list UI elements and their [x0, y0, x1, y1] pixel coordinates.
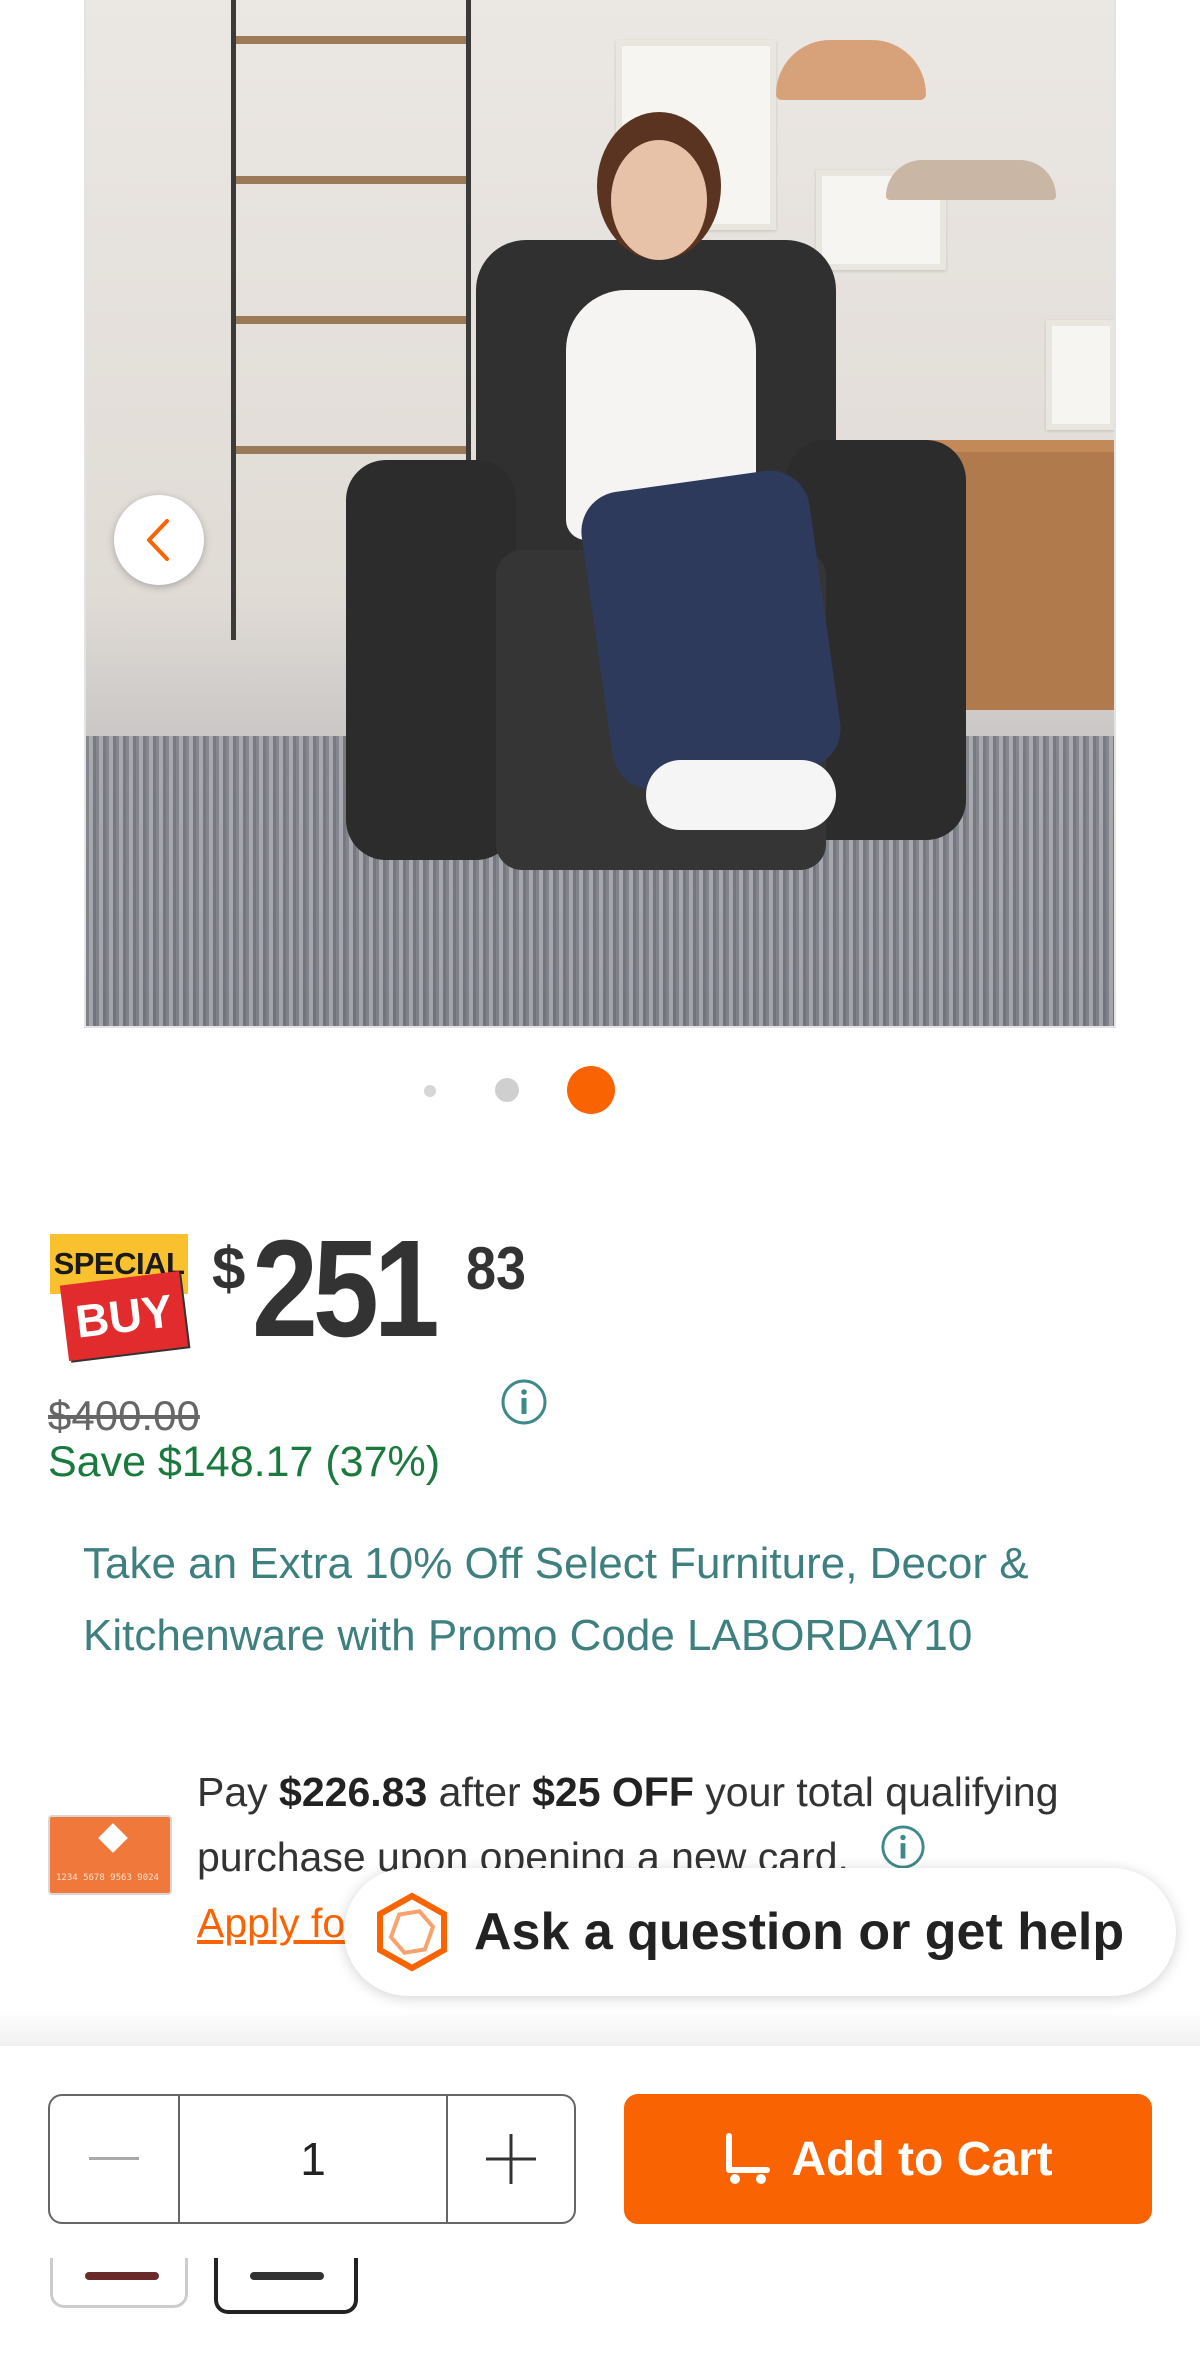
info-icon[interactable]: [500, 1378, 548, 1426]
price-dollars: 251: [252, 1212, 440, 1366]
home-depot-logo-icon: [98, 1823, 128, 1853]
carousel-prev-button[interactable]: [114, 495, 204, 585]
carousel-dots: [0, 1064, 1200, 1114]
quantity-stepper: 1: [48, 2094, 576, 2224]
minus-icon: [89, 2157, 139, 2160]
add-to-cart-label: Add to Cart: [791, 2132, 1053, 2186]
apply-link[interactable]: Apply fo: [197, 1900, 345, 1947]
color-swatch-selected[interactable]: [214, 2258, 358, 2314]
help-label: Ask a question or get help: [474, 1903, 1125, 1961]
credit-card-image: 1234 5678 9563 9024: [48, 1815, 172, 1895]
product-image[interactable]: [84, 0, 1116, 1028]
was-price: $400.00: [48, 1392, 200, 1439]
carousel-dot-active[interactable]: [567, 1066, 615, 1114]
carousel-dot[interactable]: [424, 1085, 436, 1097]
promo-message[interactable]: Take an Extra 10% Off Select Furniture, …: [83, 1528, 1143, 1672]
savings-text: Save $148.17 (37%): [48, 1438, 441, 1486]
help-chat-button[interactable]: Ask a question or get help: [344, 1868, 1176, 1996]
add-to-cart-button[interactable]: Add to Cart: [624, 2094, 1152, 2224]
price-currency: $: [212, 1235, 246, 1302]
buy-label: BUY: [59, 1270, 189, 1362]
photo-lamp: [886, 160, 1056, 200]
photo-frame: [1046, 320, 1114, 430]
plus-icon: [486, 2134, 536, 2184]
divider: [0, 2010, 1200, 2046]
cart-bar: 1 Add to Cart: [0, 2046, 1200, 2375]
photo-lamp: [776, 40, 926, 100]
info-icon[interactable]: [880, 1824, 926, 1870]
photo-recliner: [346, 140, 966, 890]
increase-quantity-button[interactable]: [448, 2096, 574, 2222]
price-cents: 83: [466, 1235, 527, 1302]
decrease-quantity-button[interactable]: [50, 2096, 178, 2222]
chat-help-icon: [377, 1892, 447, 1972]
special-buy-badge: SPECIAL BUY: [50, 1234, 190, 1362]
quantity-input[interactable]: 1: [178, 2096, 448, 2222]
carousel-dot[interactable]: [495, 1078, 519, 1102]
chevron-left-icon: [147, 519, 169, 561]
cart-icon: [726, 2133, 771, 2184]
color-swatch[interactable]: [50, 2258, 188, 2308]
